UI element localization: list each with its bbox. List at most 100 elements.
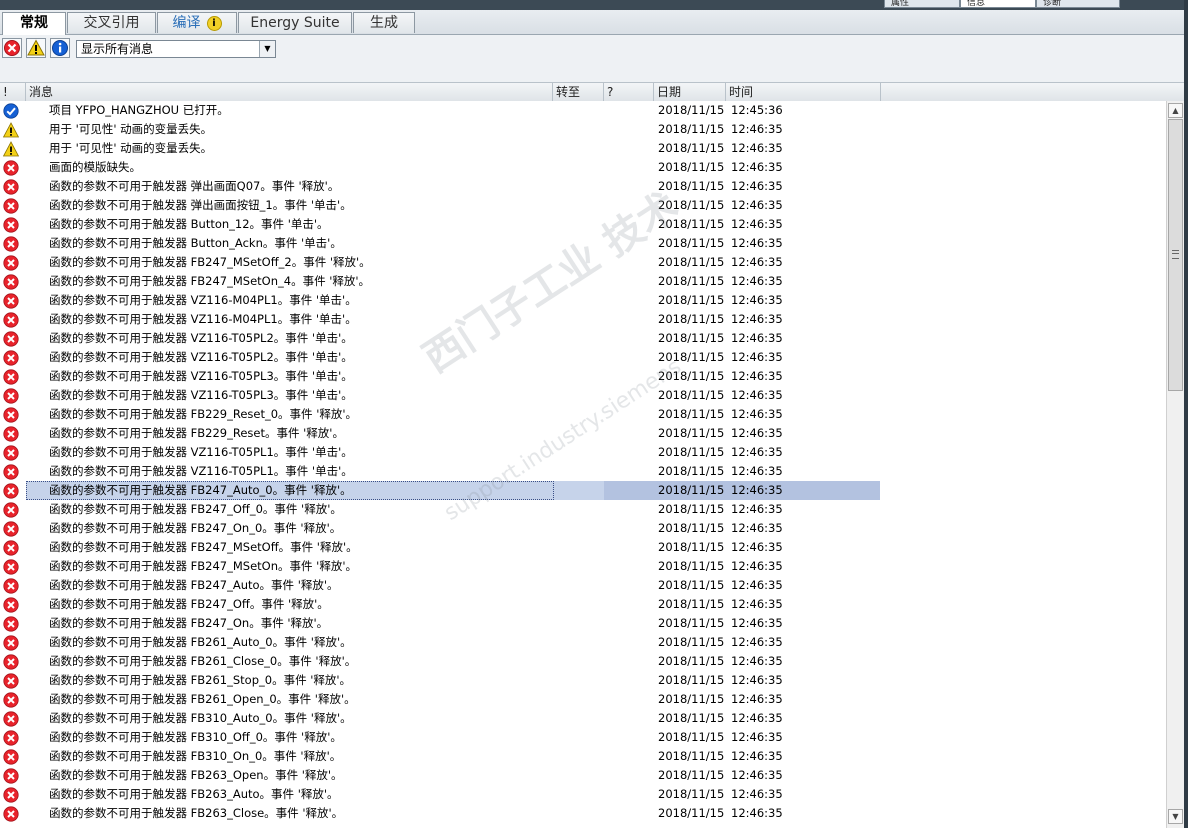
message-row[interactable]: 函数的参数不可用于触发器 FB263_Open。事件 '释放'。 2018/11/…: [0, 766, 1166, 785]
message-time: 12:46:35: [731, 787, 783, 801]
message-row[interactable]: 函数的参数不可用于触发器 FB261_Open_0。事件 '释放'。 2018/1…: [0, 690, 1166, 709]
message-row[interactable]: 函数的参数不可用于触发器 FB247_Auto。事件 '释放'。 2018/11/…: [0, 576, 1166, 595]
message-row[interactable]: 函数的参数不可用于触发器 FB261_Auto_0。事件 '释放'。 2018/1…: [0, 633, 1166, 652]
message-row[interactable]: 函数的参数不可用于触发器 VZ116-T05PL3。事件 '单击'。 2018/1…: [0, 367, 1166, 386]
scroll-down-icon[interactable]: ▼: [1168, 809, 1183, 824]
message-text: 函数的参数不可用于触发器 VZ116-T05PL3。事件 '单击'。: [49, 388, 353, 402]
message-row[interactable]: 函数的参数不可用于触发器 FB310_Auto_0。事件 '释放'。 2018/1…: [0, 709, 1166, 728]
column-help[interactable]: ?: [604, 83, 654, 101]
message-row[interactable]: 函数的参数不可用于触发器 FB229_Reset_0。事件 '释放'。 2018/…: [0, 405, 1166, 424]
message-row[interactable]: 用于 '可见性' 动画的变量丢失。 2018/11/15 12:46:35: [0, 139, 1166, 158]
message-row[interactable]: 函数的参数不可用于触发器 VZ116-T05PL2。事件 '单击'。 2018/1…: [0, 329, 1166, 348]
column-date[interactable]: 日期: [654, 83, 726, 101]
message-row[interactable]: 函数的参数不可用于触发器 弹出画面按钮_1。事件 '单击'。 2018/11/15…: [0, 196, 1166, 215]
error-icon: [3, 502, 19, 518]
scrollbar-thumb[interactable]: [1168, 119, 1183, 391]
tab-diagnostics[interactable]: 诊断: [1036, 0, 1120, 8]
message-row[interactable]: 函数的参数不可用于触发器 VZ116-M04PL1。事件 '单击'。 2018/1…: [0, 310, 1166, 329]
message-time: 12:46:35: [731, 198, 783, 212]
message-time: 12:46:35: [731, 426, 783, 440]
error-icon: [3, 445, 19, 461]
message-row[interactable]: 函数的参数不可用于触发器 FB247_MSetOn。事件 '释放'。 2018/1…: [0, 557, 1166, 576]
error-filter-button[interactable]: [2, 38, 22, 58]
message-date: 2018/11/15: [658, 768, 725, 782]
message-date: 2018/11/15: [658, 521, 725, 535]
message-row[interactable]: 函数的参数不可用于触发器 FB247_On。事件 '释放'。 2018/11/15…: [0, 614, 1166, 633]
message-time: 12:46:35: [731, 369, 783, 383]
message-row[interactable]: 函数的参数不可用于触发器 VZ116-T05PL2。事件 '单击'。 2018/1…: [0, 348, 1166, 367]
message-text: 函数的参数不可用于触发器 VZ116-T05PL2。事件 '单击'。: [49, 350, 353, 364]
message-date: 2018/11/15: [658, 445, 725, 459]
tab-general[interactable]: 常规: [2, 12, 66, 35]
message-filter-toolbar: 显示所有消息 ▼: [0, 35, 1188, 82]
message-text: 函数的参数不可用于触发器 VZ116-T05PL2。事件 '单击'。: [49, 331, 353, 345]
tab-cross-references[interactable]: 交叉引用: [67, 12, 156, 33]
column-message[interactable]: 消息: [26, 83, 553, 101]
message-text: 函数的参数不可用于触发器 FB247_MSetOn_4。事件 '释放'。: [49, 274, 371, 288]
tab-properties[interactable]: 属性: [884, 0, 960, 8]
message-date: 2018/11/15: [658, 502, 725, 516]
error-icon: [3, 654, 19, 670]
message-filter-dropdown[interactable]: 显示所有消息 ▼: [76, 40, 276, 58]
message-time: 12:46:35: [731, 255, 783, 269]
message-text: 函数的参数不可用于触发器 FB229_Reset_0。事件 '释放'。: [49, 407, 358, 421]
info-filter-button[interactable]: [50, 38, 70, 58]
message-row[interactable]: 项目 YFPO_HANGZHOU 已打开。 2018/11/15 12:45:36: [0, 101, 1166, 120]
error-icon: [3, 217, 19, 233]
error-icon: [3, 597, 19, 613]
message-row[interactable]: 函数的参数不可用于触发器 VZ116-T05PL3。事件 '单击'。 2018/1…: [0, 386, 1166, 405]
tab-generate[interactable]: 生成: [353, 12, 415, 33]
message-row[interactable]: 函数的参数不可用于触发器 FB310_Off_0。事件 '释放'。 2018/11…: [0, 728, 1166, 747]
message-time: 12:46:35: [731, 673, 783, 687]
message-row[interactable]: 函数的参数不可用于触发器 弹出画面Q07。事件 '释放'。 2018/11/15 1…: [0, 177, 1166, 196]
column-severity[interactable]: !: [0, 83, 26, 101]
message-row[interactable]: 函数的参数不可用于触发器 FB261_Stop_0。事件 '释放'。 2018/1…: [0, 671, 1166, 690]
message-text: 函数的参数不可用于触发器 VZ116-M04PL1。事件 '单击'。: [49, 312, 357, 326]
message-time: 12:46:35: [731, 654, 783, 668]
tab-energy-suite[interactable]: Energy Suite: [238, 12, 352, 33]
message-row[interactable]: 用于 '可见性' 动画的变量丢失。 2018/11/15 12:46:35: [0, 120, 1166, 139]
message-date: 2018/11/15: [658, 559, 725, 573]
message-row[interactable]: 函数的参数不可用于触发器 FB247_MSetOn_4。事件 '释放'。 2018…: [0, 272, 1166, 291]
warning-filter-icon: [27, 39, 45, 56]
message-row[interactable]: 函数的参数不可用于触发器 FB247_Off。事件 '释放'。 2018/11/1…: [0, 595, 1166, 614]
message-row[interactable]: 函数的参数不可用于触发器 VZ116-T05PL1。事件 '单击'。 2018/1…: [0, 462, 1166, 481]
message-row[interactable]: 函数的参数不可用于触发器 FB263_Auto。事件 '释放'。 2018/11/…: [0, 785, 1166, 804]
message-time: 12:46:35: [731, 692, 783, 706]
column-time[interactable]: 时间: [726, 83, 881, 101]
vertical-scrollbar[interactable]: ▲ ▼: [1166, 101, 1184, 828]
message-row[interactable]: 函数的参数不可用于触发器 FB310_On_0。事件 '释放'。 2018/11/…: [0, 747, 1166, 766]
message-text: 函数的参数不可用于触发器 Button_12。事件 '单击'。: [49, 217, 329, 231]
message-date: 2018/11/15: [658, 236, 725, 250]
message-row[interactable]: 函数的参数不可用于触发器 FB247_MSetOff_2。事件 '释放'。 201…: [0, 253, 1166, 272]
message-row[interactable]: 函数的参数不可用于触发器 VZ116-T05PL1。事件 '单击'。 2018/1…: [0, 443, 1166, 462]
message-row[interactable]: 函数的参数不可用于触发器 FB247_Auto_0。事件 '释放'。 2018/1…: [0, 481, 1166, 500]
message-date: 2018/11/15: [658, 673, 725, 687]
error-icon: [3, 312, 19, 328]
message-row[interactable]: 函数的参数不可用于触发器 VZ116-M04PL1。事件 '单击'。 2018/1…: [0, 291, 1166, 310]
error-icon: [3, 749, 19, 765]
message-time: 12:46:35: [731, 274, 783, 288]
message-row[interactable]: 函数的参数不可用于触发器 FB263_Close。事件 '释放'。 2018/11…: [0, 804, 1166, 823]
message-text: 函数的参数不可用于触发器 FB310_Off_0。事件 '释放'。: [49, 730, 342, 744]
tab-compile[interactable]: 编译 i: [157, 12, 237, 33]
upper-panel-strip: 属性 信息 诊断: [0, 0, 1188, 10]
message-row[interactable]: 函数的参数不可用于触发器 Button_12。事件 '单击'。 2018/11/1…: [0, 215, 1166, 234]
message-row[interactable]: 函数的参数不可用于触发器 Button_Ackn。事件 '单击'。 2018/11…: [0, 234, 1166, 253]
message-row[interactable]: 函数的参数不可用于触发器 FB247_On_0。事件 '释放'。 2018/11/…: [0, 519, 1166, 538]
scroll-up-icon[interactable]: ▲: [1168, 103, 1183, 118]
message-row[interactable]: 函数的参数不可用于触发器 FB247_MSetOff。事件 '释放'。 2018/…: [0, 538, 1166, 557]
error-icon: [3, 806, 19, 822]
message-time: 12:46:35: [731, 559, 783, 573]
tab-info[interactable]: 信息: [960, 0, 1036, 8]
message-row[interactable]: 画面的模版缺失。 2018/11/15 12:46:35: [0, 158, 1166, 177]
warning-filter-button[interactable]: [26, 38, 46, 58]
message-date: 2018/11/15: [658, 122, 725, 136]
message-date: 2018/11/15: [658, 350, 725, 364]
message-row[interactable]: 函数的参数不可用于触发器 FB261_Close_0。事件 '释放'。 2018/…: [0, 652, 1166, 671]
column-goto[interactable]: 转至: [553, 83, 604, 101]
message-row[interactable]: 函数的参数不可用于触发器 FB229_Reset。事件 '释放'。 2018/11…: [0, 424, 1166, 443]
chevron-down-icon[interactable]: ▼: [259, 41, 275, 57]
message-row[interactable]: 函数的参数不可用于触发器 FB247_Off_0。事件 '释放'。 2018/11…: [0, 500, 1166, 519]
message-date: 2018/11/15: [658, 654, 725, 668]
